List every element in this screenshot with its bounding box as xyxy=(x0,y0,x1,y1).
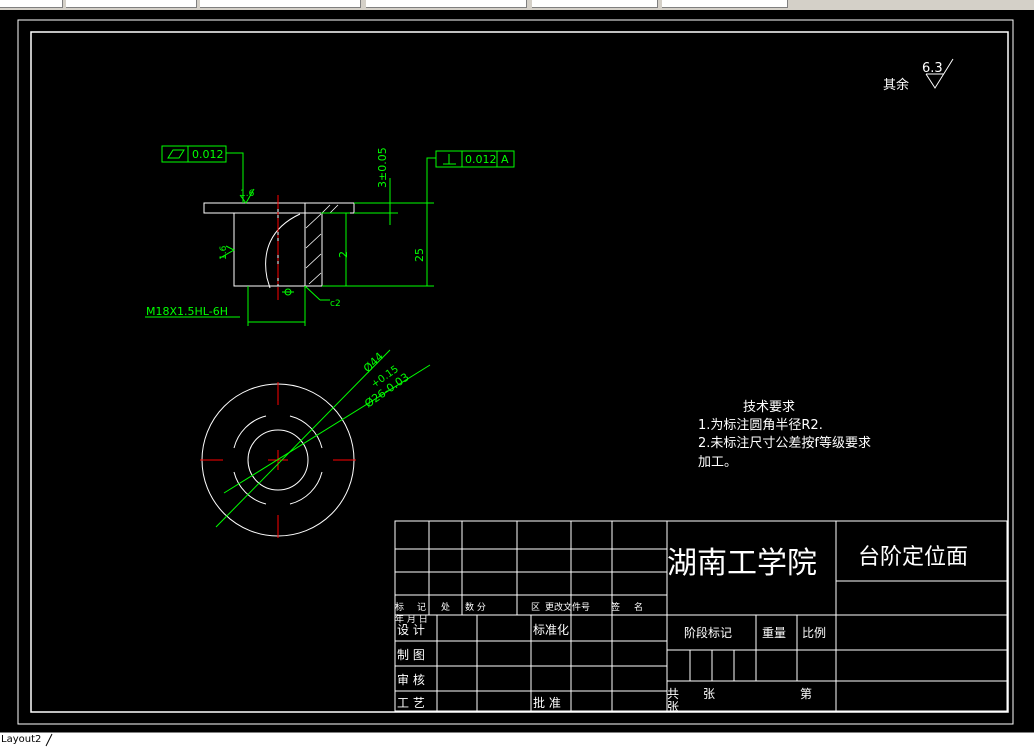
dim-height: 25 xyxy=(413,248,426,262)
toolbar-field[interactable] xyxy=(200,0,361,8)
roughness-prefix: 其余 xyxy=(883,77,909,93)
chamfer-label: c2 xyxy=(330,299,341,309)
dim-inner-step: 2 xyxy=(337,251,350,258)
review-label: 审 核 xyxy=(397,672,425,687)
weight-label: 重量 xyxy=(762,626,786,640)
notes-line2: 2.未标注尺寸公差按f等级要求 xyxy=(698,435,871,451)
rev-header: 更改文件号 xyxy=(545,601,590,613)
notes-line1: 1.为标注圆角半径R2. xyxy=(698,418,823,433)
toolbar-field[interactable] xyxy=(532,0,658,8)
rev-header: 签 xyxy=(611,601,620,613)
approve-label: 批 准 xyxy=(533,695,561,710)
rev-header: 记 xyxy=(417,602,426,613)
process-label: 工 艺 xyxy=(397,696,425,710)
rev-header: 数 分 xyxy=(465,601,486,613)
notes-title: 技术要求 xyxy=(743,400,795,415)
top-view: Ø44 +0.15 Ø26-0.03 xyxy=(200,349,431,538)
rev-header: 处 xyxy=(441,601,450,613)
rev-header: 名 xyxy=(634,601,643,613)
thread-label: M18X1.5HL-6H xyxy=(146,305,228,318)
rev-header: 标 xyxy=(395,601,404,613)
draft-label: 制 图 xyxy=(397,648,425,662)
title-block-text: 湖南工学院 台阶定位面 阶段标记 重量 比例 共 张 第 张 标 记 处 数 分… xyxy=(395,545,968,714)
layout-tab-bar: Layout2 xyxy=(0,732,1034,747)
datum-label: A xyxy=(501,153,509,166)
toolbar-field[interactable] xyxy=(366,0,527,8)
layout-tab[interactable]: Layout2 xyxy=(0,733,41,747)
perpendicular-value: 0.012 xyxy=(465,153,497,166)
school-name: 湖南工学院 xyxy=(667,546,817,581)
stage-mark-label: 阶段标记 xyxy=(684,625,732,640)
toolbar-field[interactable] xyxy=(662,0,788,8)
dim-thickness: 3±0.05 xyxy=(376,147,389,188)
total-label: 共 xyxy=(667,687,679,701)
technical-notes: 技术要求 1.为标注圆角半径R2. 2.未标注尺寸公差按f等级要求 加工。 xyxy=(698,400,871,470)
flatness-value: 0.012 xyxy=(192,148,224,161)
notes-line3: 加工。 xyxy=(698,455,737,470)
finish-side-label: 1.6 xyxy=(219,245,229,260)
tab-slash-icon xyxy=(45,733,53,747)
flatness-frame: 0.012 xyxy=(161,145,227,163)
finish-top-label: 1.6 xyxy=(240,189,255,199)
sheets2-label: 张 xyxy=(667,700,679,714)
toolbar-field[interactable] xyxy=(66,0,197,8)
scale-label: 比例 xyxy=(802,626,826,640)
part-name: 台阶定位面 xyxy=(858,545,968,570)
roughness-symbol: 其余 6.3 xyxy=(883,58,954,93)
toolbar xyxy=(0,0,1034,10)
cad-drawing: 其余 6.3 25 3±0.05 2 M18X1.5HL-6H c2 1.6 1… xyxy=(17,19,1014,725)
toolbar-field[interactable] xyxy=(0,0,63,8)
drawing-frame xyxy=(30,31,1009,713)
drawing-canvas[interactable]: 其余 6.3 25 3±0.05 2 M18X1.5HL-6H c2 1.6 1… xyxy=(0,10,1034,732)
standard-label: 标准化 xyxy=(533,623,569,637)
sheet-outer-border xyxy=(17,19,1014,725)
rev-header: 区 xyxy=(531,602,540,613)
sheets-label: 张 xyxy=(703,687,715,701)
design-label: 设 计 xyxy=(397,623,425,637)
section-view: 25 3±0.05 2 M18X1.5HL-6H c2 1.6 1.6 0.01… xyxy=(145,145,515,326)
perpendicularity-frame: 0.012 A xyxy=(435,150,515,168)
sheet-no-label: 第 xyxy=(800,687,812,701)
